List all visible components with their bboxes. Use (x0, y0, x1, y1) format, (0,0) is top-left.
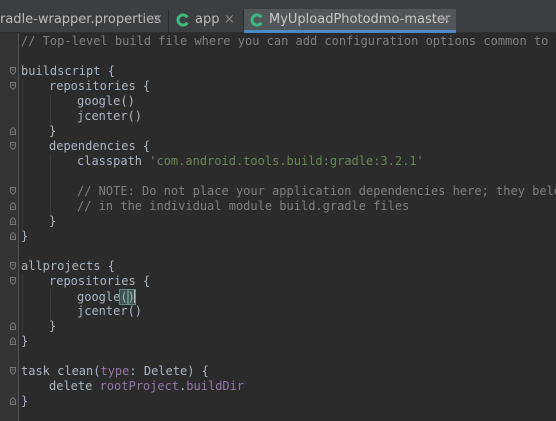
code-line: repositories { (49, 79, 151, 93)
tab-myuploadphotodmo-master[interactable]: MyUploadPhotodmo-master × (244, 9, 456, 33)
indent-guide (50, 154, 51, 214)
code-string: 'com.android.tools.build:gradle:3.2.1' (149, 154, 424, 168)
editor-tab-bar: radle-wrapper.properties × app × MyUploa… (0, 0, 556, 33)
fold-expand-end-icon[interactable] (10, 232, 16, 240)
text-caret (133, 289, 135, 303)
code-line: } (49, 124, 57, 138)
code-keyword: classpath (77, 154, 150, 168)
code-line: } (49, 319, 57, 333)
editor-gutter (0, 33, 18, 421)
code-line: dependencies { (49, 139, 151, 153)
close-icon[interactable]: × (224, 9, 235, 31)
tab-separator (168, 9, 169, 33)
indent-guide (22, 274, 23, 334)
code-text: task clean( (21, 364, 101, 378)
code-text: : Delete) { (129, 364, 209, 378)
fold-collapse-icon[interactable] (10, 277, 16, 285)
tab-label: MyUploadPhotodmo-master (269, 12, 451, 27)
fold-collapse-icon[interactable] (10, 187, 16, 195)
code-line-comment: // in the individual module build.gradle… (77, 199, 410, 213)
fold-collapse-icon[interactable] (10, 67, 16, 75)
fold-expand-end-icon[interactable] (10, 217, 16, 225)
code-line: } (21, 334, 29, 348)
code-line: jcenter() (77, 304, 143, 318)
code-line-comment: // NOTE: Do not place your application d… (77, 184, 556, 198)
fold-collapse-icon[interactable] (10, 142, 16, 150)
code-line: } (21, 394, 29, 408)
close-icon[interactable]: × (440, 9, 451, 31)
code-named-arg: type (100, 364, 130, 378)
fold-expand-end-icon[interactable] (10, 397, 16, 405)
code-line: } (49, 214, 57, 228)
code-line-current: google() (77, 289, 136, 305)
code-identifier: google (77, 290, 121, 304)
code-property: rootProject (99, 379, 180, 393)
close-icon[interactable]: × (152, 9, 163, 31)
code-line: task clean(type: Delete) { (21, 364, 209, 379)
fold-collapse-icon[interactable] (10, 262, 16, 270)
code-line: buildscript { (21, 64, 115, 78)
tab-gradle-wrapper-properties[interactable]: radle-wrapper.properties × (0, 9, 163, 33)
code-line: allprojects { (21, 259, 115, 273)
code-line: } (21, 229, 29, 243)
code-line: classpath 'com.android.tools.build:gradl… (77, 154, 424, 169)
code-line: jcenter() (77, 109, 143, 123)
tab-label: radle-wrapper.properties (0, 12, 161, 27)
code-line: google() (77, 94, 135, 108)
tab-app[interactable]: app × (172, 9, 242, 33)
fold-collapse-icon[interactable] (10, 367, 16, 375)
code-text: delete (49, 379, 100, 393)
gutter-border (18, 33, 19, 421)
gradle-icon (250, 13, 264, 27)
code-line-comment: // Top-level build file where you can ad… (21, 34, 556, 48)
matched-paren: ( (119, 289, 129, 305)
gradle-icon (176, 13, 190, 27)
fold-collapse-icon[interactable] (10, 82, 16, 90)
fold-expand-end-icon[interactable] (10, 337, 16, 345)
code-line: delete rootProject.buildDir (49, 379, 244, 394)
indent-guide (22, 79, 23, 229)
code-editor[interactable]: // Top-level build file where you can ad… (21, 34, 556, 421)
indent-guide (50, 289, 51, 319)
indent-guide (50, 94, 51, 124)
code-property: buildDir (186, 379, 245, 393)
code-line: repositories { (49, 274, 151, 288)
fold-expand-end-icon[interactable] (10, 202, 16, 210)
tab-label: app (195, 12, 220, 27)
fold-expand-end-icon[interactable] (10, 127, 16, 135)
fold-expand-end-icon[interactable] (10, 322, 16, 330)
